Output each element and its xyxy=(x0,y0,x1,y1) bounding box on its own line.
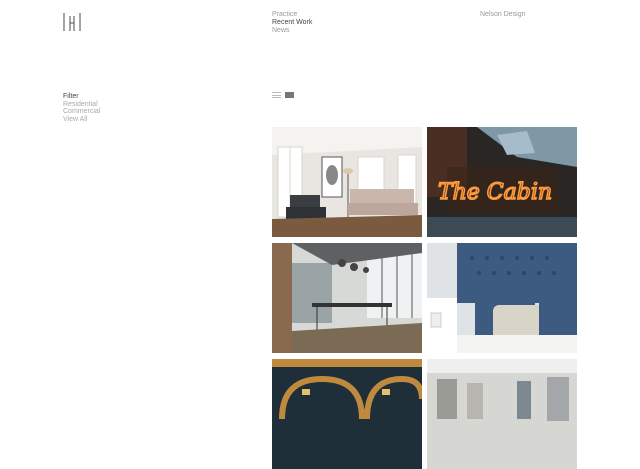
bedroom-image xyxy=(427,243,577,353)
view-toggle xyxy=(272,92,294,98)
project-tile-dining-hall[interactable] xyxy=(272,243,422,353)
filter-option-view-all[interactable]: View All xyxy=(63,116,100,124)
logo-icon[interactable] xyxy=(62,12,82,32)
project-tile-bedroom[interactable] xyxy=(427,243,577,353)
living-room-image xyxy=(272,127,422,237)
brand-name[interactable]: Nelson Design xyxy=(480,11,526,18)
nav-item-news[interactable]: News xyxy=(272,27,312,35)
filter-title: Filter xyxy=(63,93,79,100)
filter-option-commercial[interactable]: Commercial xyxy=(63,108,100,116)
main-nav: Practice Recent Work News xyxy=(272,11,312,35)
corridor-image xyxy=(427,359,577,469)
project-tile-living-room[interactable] xyxy=(272,127,422,237)
nav-item-practice[interactable]: Practice xyxy=(272,11,312,19)
nav-item-recent-work[interactable]: Recent Work xyxy=(272,19,312,27)
neon-sign-text: The Cabin xyxy=(438,180,552,205)
project-tile-arched-bar[interactable] xyxy=(272,359,422,469)
grid-view-icon[interactable] xyxy=(285,92,294,98)
project-tile-neon-sign[interactable]: The Cabin xyxy=(427,127,577,237)
filter-option-residential[interactable]: Residential xyxy=(63,101,100,109)
dining-hall-image xyxy=(272,243,422,353)
arched-bar-image xyxy=(272,359,422,469)
filter-panel: Filter Residential Commercial View All xyxy=(63,93,100,123)
list-view-icon[interactable] xyxy=(272,92,281,98)
neon-sign-image: The Cabin xyxy=(427,127,577,237)
project-tile-corridor[interactable] xyxy=(427,359,577,469)
